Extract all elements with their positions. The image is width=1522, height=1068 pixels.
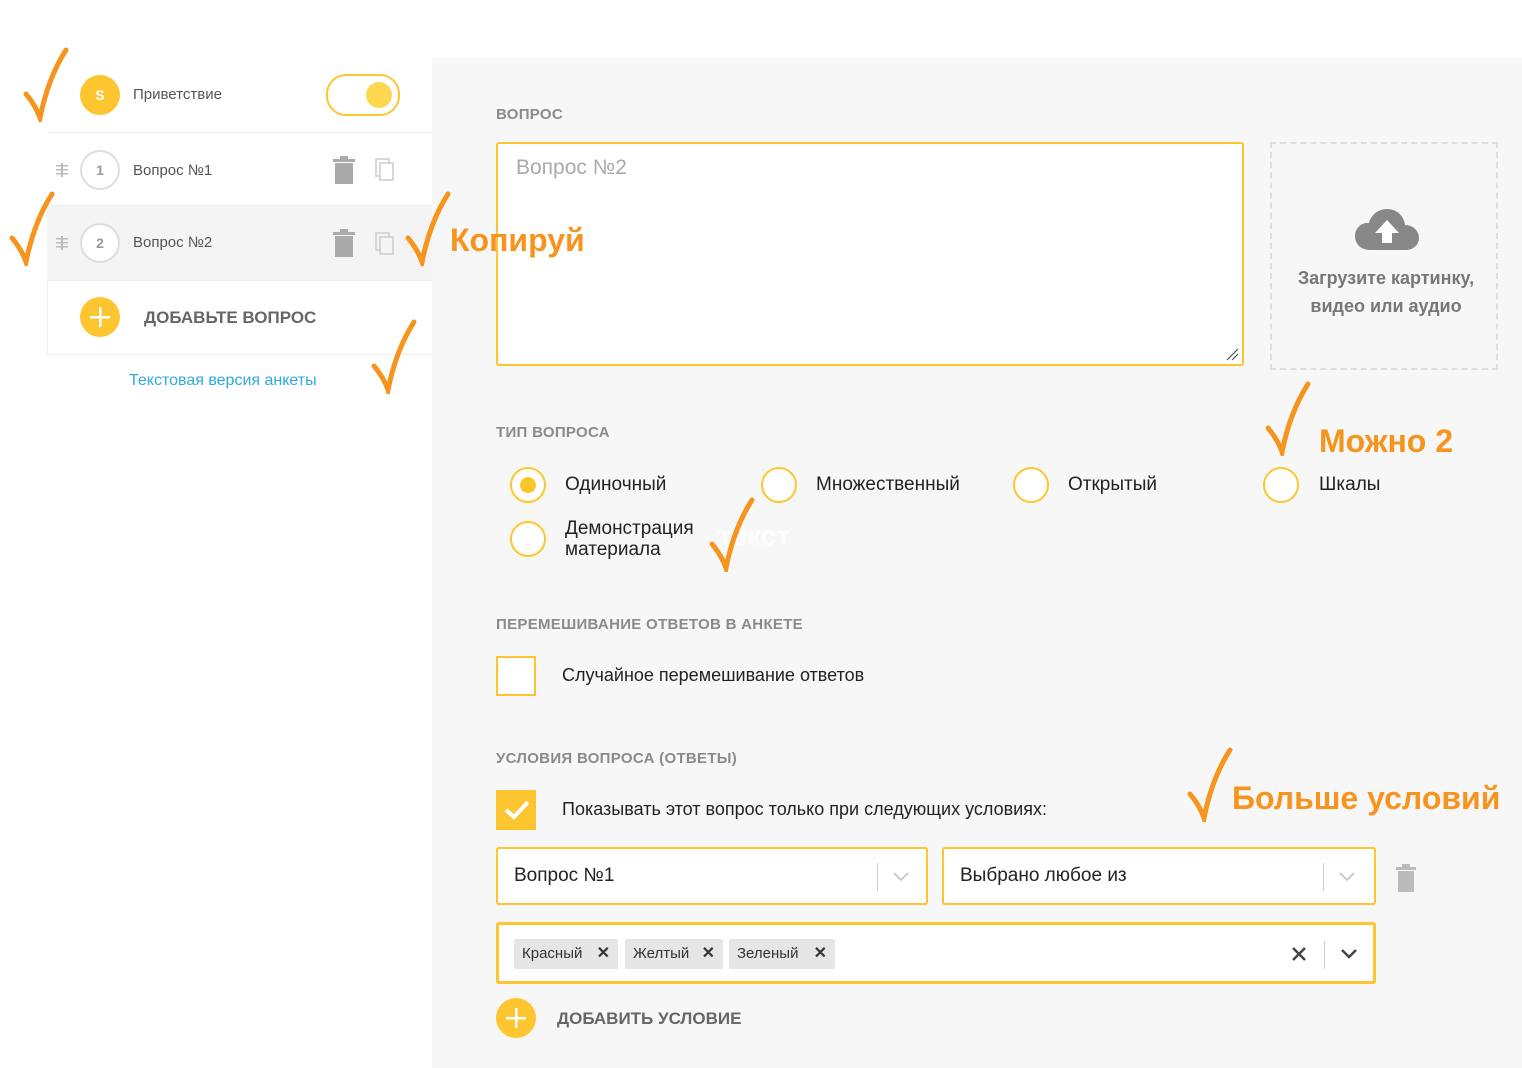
type-label-demonstration[interactable]: Демонстрация материала xyxy=(565,518,694,560)
condition-operator-select[interactable]: Выбрано любое из xyxy=(942,847,1376,905)
checkmark-icon xyxy=(504,800,530,820)
select-separator xyxy=(1323,863,1324,891)
shuffle-checkbox[interactable] xyxy=(496,656,536,696)
type-radio-open[interactable] xyxy=(1013,467,1049,503)
question-number-badge: 2 xyxy=(80,223,120,263)
add-condition-label: ДОБАВИТЬ УСЛОВИЕ xyxy=(557,1009,742,1028)
annotation-two-allowed: Можно 2 xyxy=(1319,423,1454,459)
greeting-toggle[interactable] xyxy=(326,74,400,116)
annotation-checkmark xyxy=(9,191,55,266)
toggle-knob xyxy=(366,82,392,108)
add-question-label: ДОБАВЬТЕ ВОПРОС xyxy=(144,308,317,327)
sidebar-item-question-2[interactable]: 2 Вопрос №2 xyxy=(47,206,432,281)
condition-answers-multiselect[interactable]: Красный ✕ Желтый ✕ Зеленый ✕ xyxy=(496,922,1376,984)
type-label-multiple[interactable]: Множественный xyxy=(816,474,960,496)
plus-icon xyxy=(80,297,120,337)
annotation-more-conditions: Больше условий xyxy=(1232,780,1501,816)
chevron-down-icon[interactable] xyxy=(1339,872,1355,882)
chevron-down-icon[interactable] xyxy=(893,872,909,882)
type-label-open[interactable]: Открытый xyxy=(1068,474,1157,496)
type-label-scales[interactable]: Шкалы xyxy=(1319,474,1380,496)
condition-question-value: Вопрос №1 xyxy=(514,865,615,886)
condition-operator-value: Выбрано любое из xyxy=(960,865,1127,886)
question-label: Вопрос №1 xyxy=(133,162,213,179)
type-label-demonstration-line1: Демонстрация xyxy=(565,518,694,539)
resize-handle-icon[interactable] xyxy=(1225,347,1239,361)
text-version-link[interactable]: Текстовая версия анкеты xyxy=(129,372,317,390)
question-placeholder: Вопрос №2 xyxy=(516,156,627,179)
type-label-single[interactable]: Одиночный xyxy=(565,474,666,496)
conditions-checkbox[interactable] xyxy=(496,790,536,830)
shuffle-section-label: ПЕРЕМЕШИВАНИЕ ОТВЕТОВ В АНКЕТЕ xyxy=(496,616,803,633)
radio-selected-dot xyxy=(520,477,536,493)
annotation-checkmark xyxy=(709,497,755,572)
conditions-checkbox-label[interactable]: Показывать этот вопрос только при следую… xyxy=(562,799,1047,820)
answer-tag-label: Зеленый xyxy=(737,945,799,962)
annotation-checkmark xyxy=(1187,747,1233,822)
question-section-label: ВОПРОС xyxy=(496,106,564,123)
answer-tag-label: Желтый xyxy=(633,945,690,962)
question-textarea[interactable]: Вопрос №2 xyxy=(496,142,1244,366)
annotation-checkmark xyxy=(371,319,417,394)
conditions-section-label: УСЛОВИЯ ВОПРОСА (ОТВЕТЫ) xyxy=(496,750,738,767)
annotation-checkmark xyxy=(23,47,69,122)
tag-remove-icon[interactable]: ✕ xyxy=(814,939,827,969)
answer-tag: Желтый ✕ xyxy=(625,939,723,969)
sidebar: S Приветствие 1 Вопрос №1 2 Вопрос №2 ДО… xyxy=(0,0,433,1068)
type-label-demonstration-line2: материала xyxy=(565,539,661,560)
trash-icon[interactable] xyxy=(333,156,355,184)
chevron-down-icon[interactable] xyxy=(1341,949,1357,959)
answer-tag: Зеленый ✕ xyxy=(729,939,835,969)
upload-hint-line2: видео или аудио xyxy=(1310,296,1462,316)
select-separator xyxy=(877,863,878,891)
upload-hint-line1: Загрузите картинку, xyxy=(1297,268,1475,288)
copy-icon[interactable] xyxy=(375,158,395,182)
sidebar-item-greeting[interactable]: S Приветствие xyxy=(47,58,432,133)
annotation-copy: Копируй xyxy=(450,222,585,258)
sidebar-item-question-1[interactable]: 1 Вопрос №1 xyxy=(47,133,432,206)
trash-icon[interactable] xyxy=(1396,864,1416,892)
answer-tag-label: Красный xyxy=(522,945,583,962)
type-radio-scales[interactable] xyxy=(1263,467,1299,503)
question-label: Вопрос №2 xyxy=(133,234,213,251)
annotation-checkmark xyxy=(405,191,451,266)
greeting-label: Приветствие xyxy=(133,86,222,103)
question-number-badge: 1 xyxy=(80,150,120,190)
shuffle-checkbox-label[interactable]: Случайное перемешивание ответов xyxy=(562,665,864,686)
media-upload-area[interactable]: Загрузите картинку, видео или аудио xyxy=(1270,142,1498,370)
greeting-avatar-letter: S xyxy=(95,87,105,103)
plus-icon xyxy=(496,998,536,1038)
copy-icon[interactable] xyxy=(375,232,395,256)
condition-question-select[interactable]: Вопрос №1 xyxy=(496,847,928,905)
add-condition-button[interactable]: ДОБАВИТЬ УСЛОВИЕ xyxy=(496,998,796,1040)
drag-handle-icon[interactable] xyxy=(55,163,69,177)
select-separator xyxy=(1324,941,1325,969)
type-radio-single[interactable] xyxy=(510,467,546,503)
cloud-upload-icon xyxy=(1355,209,1419,250)
type-radio-demonstration[interactable] xyxy=(510,521,546,557)
annotation-checkmark xyxy=(1265,381,1311,456)
greeting-avatar: S xyxy=(80,75,120,115)
trash-icon[interactable] xyxy=(333,229,355,257)
answer-tag: Красный ✕ xyxy=(514,939,618,969)
tag-remove-icon[interactable]: ✕ xyxy=(597,939,610,969)
clear-icon[interactable] xyxy=(1292,947,1306,961)
type-section-label: ТИП ВОПРОСА xyxy=(496,424,610,441)
tag-remove-icon[interactable]: ✕ xyxy=(702,939,715,969)
type-radio-multiple[interactable] xyxy=(761,467,797,503)
upload-hint: Загрузите картинку, видео или аудио xyxy=(1272,264,1500,320)
drag-handle-icon[interactable] xyxy=(55,236,69,250)
